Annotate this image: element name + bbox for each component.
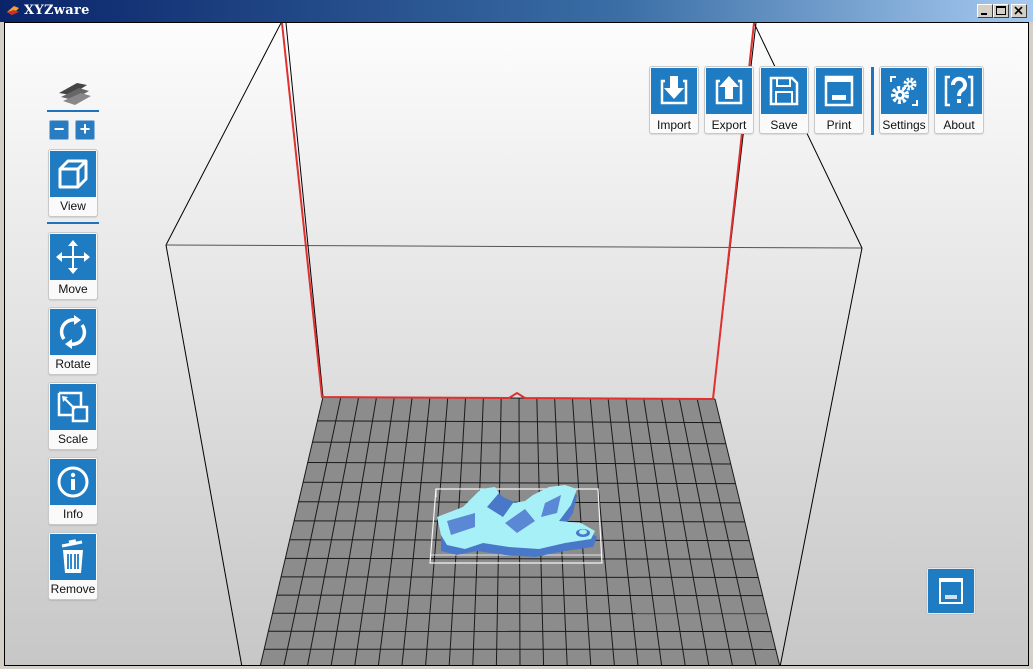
settings-gears-icon [890,76,918,106]
zoom-out-button[interactable]: − [49,120,69,140]
info-label: Info [62,507,83,521]
maximize-icon [996,6,1006,15]
cube-icon [58,159,88,189]
export-icon [715,76,743,105]
about-button[interactable]: About [934,66,984,134]
layers-logo-icon [59,83,91,105]
move-arrows-icon [56,240,90,274]
save-label: Save [770,118,798,132]
grid-line [281,576,759,578]
window-title: XYZware [24,3,90,18]
window-preview-icon [939,578,963,604]
save-button[interactable]: Save [759,66,809,134]
maximize-button[interactable] [993,4,1009,18]
grid-line [276,594,763,597]
scale-icon [57,391,89,423]
scale-button[interactable]: Scale [48,382,98,450]
minimize-icon [981,13,987,15]
build-volume-scene[interactable] [5,23,1029,666]
info-icon [57,466,89,498]
remove-label: Remove [50,582,96,596]
import-icon [660,76,688,105]
import-label: Import [656,118,691,132]
move-button[interactable]: Move [48,232,98,300]
export-label: Export [711,118,747,132]
view-button[interactable]: View [48,149,98,217]
info-button[interactable]: Info [48,457,98,525]
app-logo-icon [7,6,19,15]
rotate-icon [59,315,87,349]
export-button[interactable]: Export [704,66,754,134]
rotate-button[interactable]: Rotate [48,307,98,375]
settings-button[interactable]: Settings [879,66,929,134]
print-icon [824,75,854,107]
viewport-3d[interactable]: − + View Move Rotate Scale Info Remove I… [4,22,1029,666]
remove-button[interactable]: Remove [48,532,98,600]
move-label: Move [58,282,88,296]
import-button[interactable]: Import [649,66,699,134]
rotate-label: Rotate [55,357,91,371]
view-label: View [60,199,86,213]
toolbar-divider [871,67,874,135]
help-question-icon [944,75,974,107]
print-button[interactable]: Print [814,66,864,134]
trash-icon [61,539,83,573]
sidebar-divider-2 [47,222,99,224]
scale-label: Scale [57,432,89,446]
preview-window-button[interactable] [927,568,975,614]
print-label: Print [826,118,852,132]
sidebar-divider [47,110,99,112]
zoom-in-button[interactable]: + [75,120,95,140]
settings-label: Settings [882,118,926,132]
close-button[interactable] [1011,4,1027,18]
close-icon [1014,6,1023,15]
title-bar: XYZware [0,0,1033,22]
save-icon [769,76,799,106]
minimize-button[interactable] [977,4,993,18]
about-label: About [943,118,975,132]
